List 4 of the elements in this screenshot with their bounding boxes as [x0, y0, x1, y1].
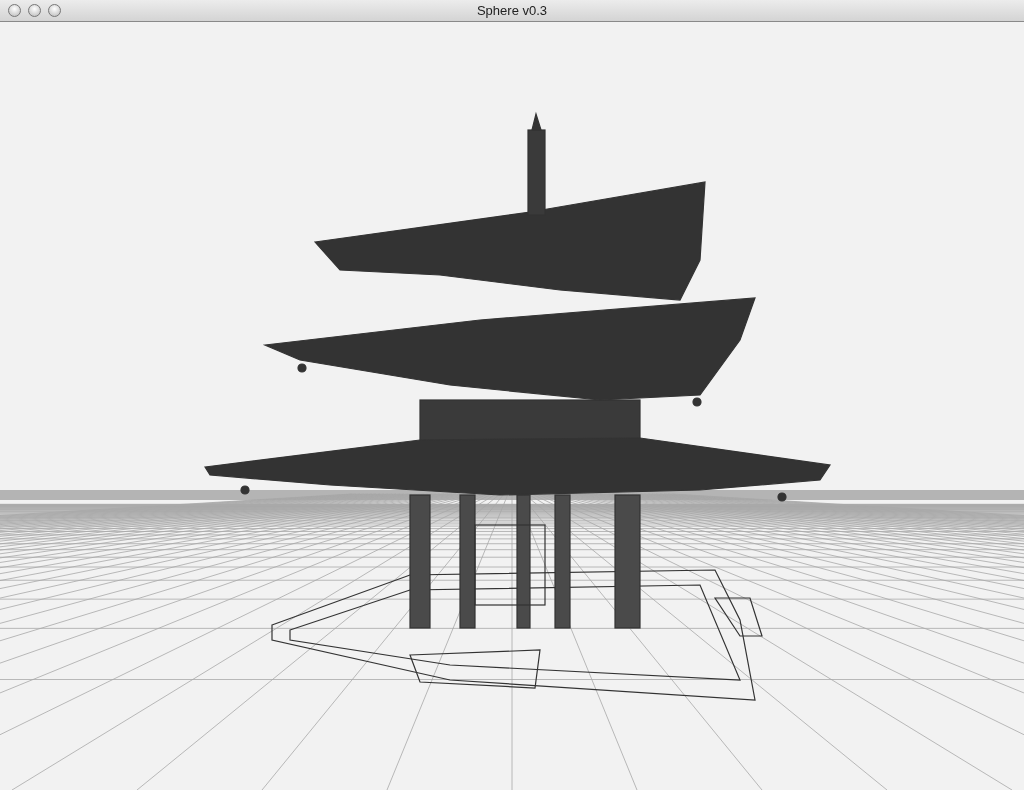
- zoom-button[interactable]: [48, 4, 61, 17]
- close-button[interactable]: [8, 4, 21, 17]
- window-title: Sphere v0.3: [476, 3, 548, 18]
- minimize-button[interactable]: [28, 4, 41, 17]
